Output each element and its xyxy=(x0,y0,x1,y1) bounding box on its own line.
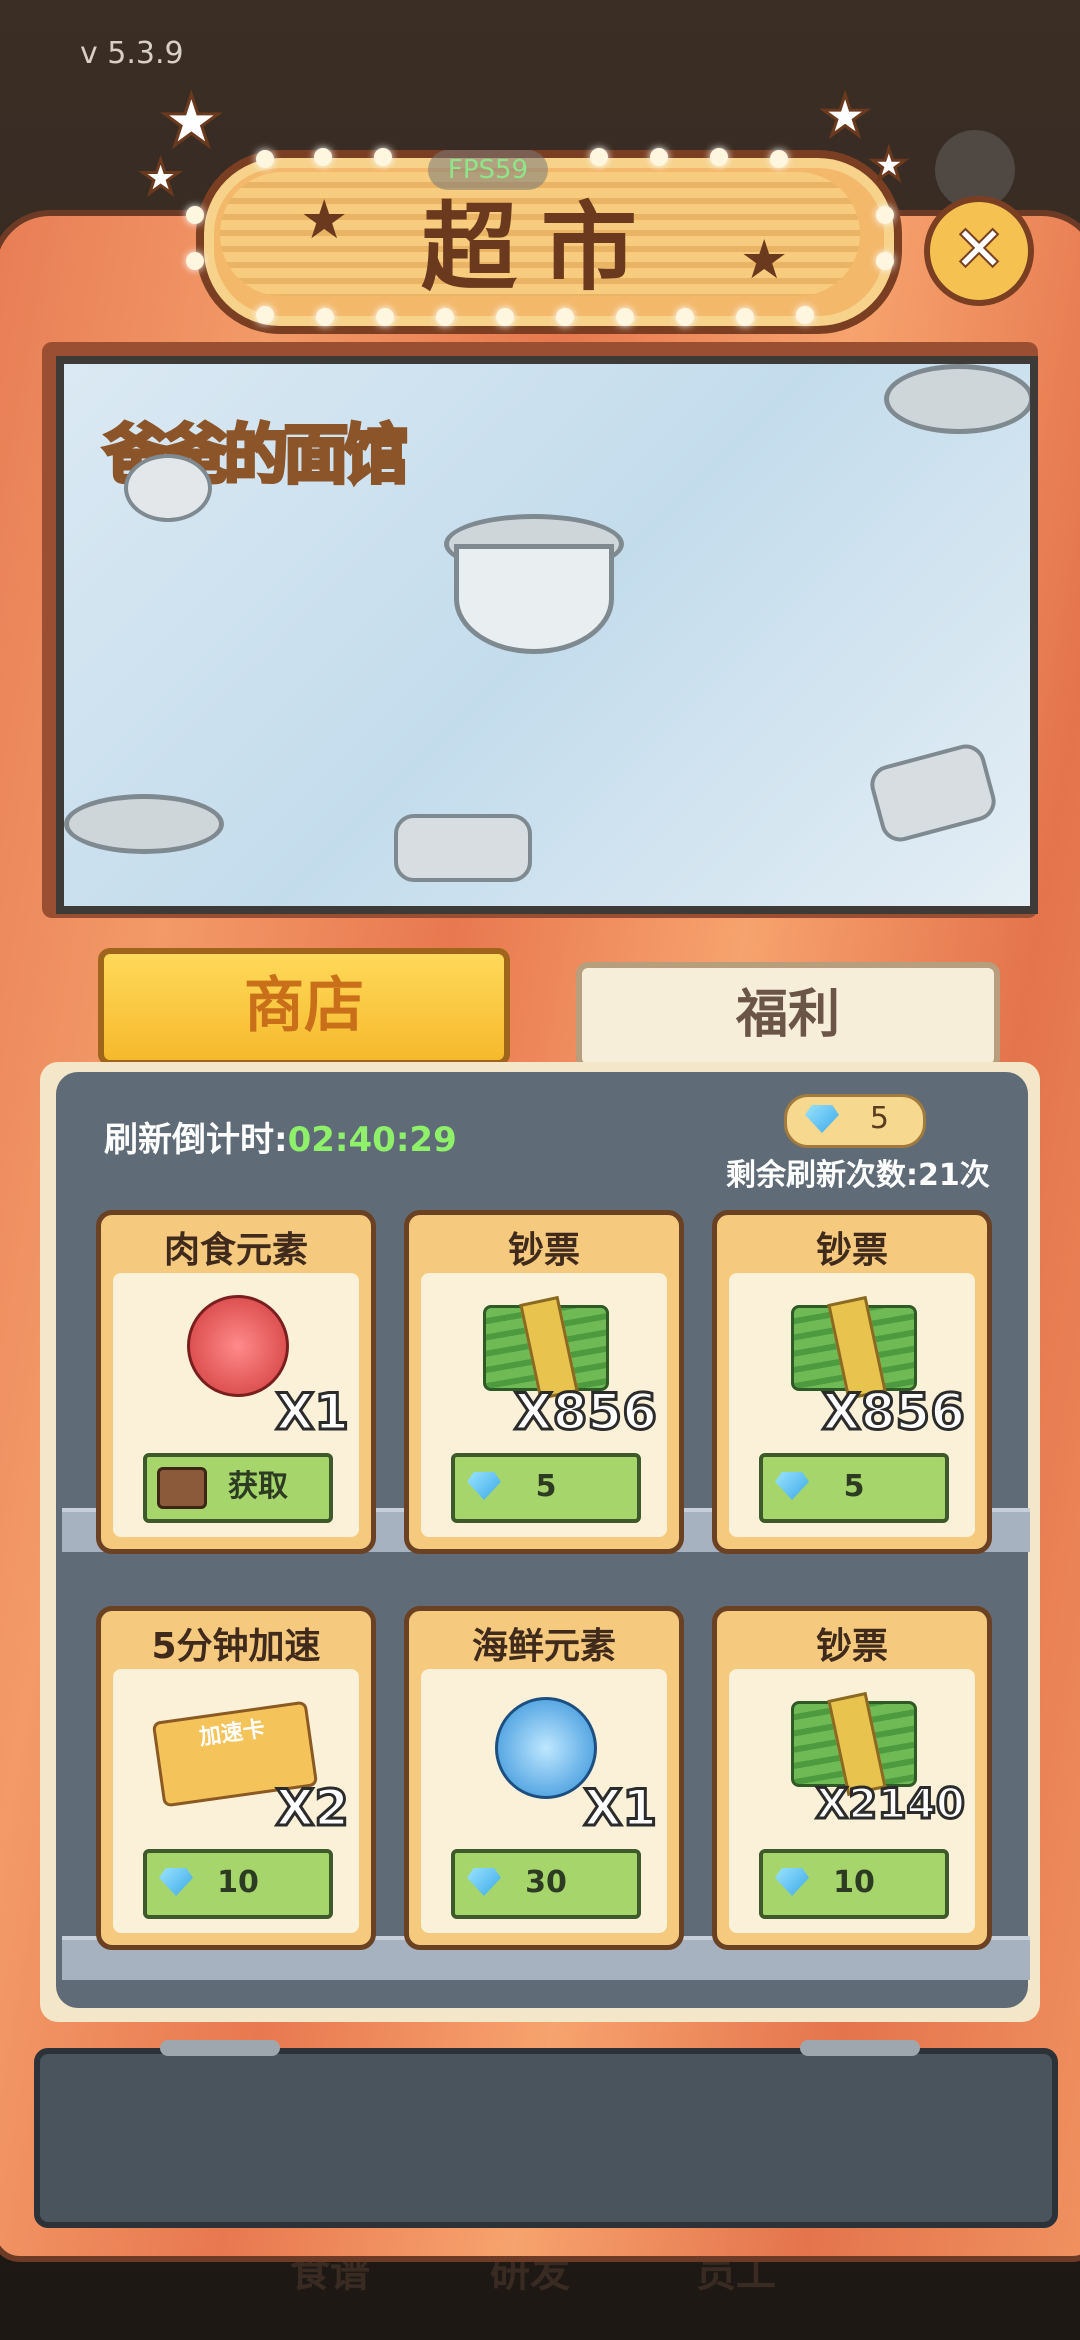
price-label: 5 xyxy=(843,1469,865,1504)
refresh-gem-button[interactable]: 5 xyxy=(784,1094,926,1148)
tray-rail xyxy=(800,2040,920,2056)
dispenser-tray xyxy=(34,2048,1058,2228)
watch-ad-button[interactable]: 获取 xyxy=(143,1453,333,1523)
refresh-timer: 02:40:29 xyxy=(287,1120,457,1160)
price-label: 10 xyxy=(217,1865,259,1900)
diamond-icon xyxy=(467,1472,501,1500)
shop-item-card[interactable]: 钞票 X856 5 xyxy=(712,1210,992,1554)
tab-welfare[interactable]: 福利 xyxy=(576,962,1000,1070)
tab-shop[interactable]: 商店 xyxy=(98,948,510,1066)
item-quantity: X2 xyxy=(274,1778,350,1839)
buy-button[interactable]: 30 xyxy=(451,1849,641,1919)
item-name: 海鲜元素 xyxy=(471,1626,616,1667)
vegetables-icon xyxy=(394,814,532,882)
buy-button[interactable]: 10 xyxy=(759,1849,949,1919)
bowl-icon xyxy=(64,794,224,854)
meat-element-icon xyxy=(187,1295,289,1397)
price-label: 5 xyxy=(535,1469,557,1504)
dumpling-icon xyxy=(124,454,212,522)
buy-button[interactable]: 5 xyxy=(759,1453,949,1523)
item-name: 5分钟加速 xyxy=(151,1626,321,1667)
ingredients-icon xyxy=(865,740,1001,846)
diamond-icon xyxy=(775,1868,809,1896)
star-icon: ★ xyxy=(818,83,871,151)
button-label: 获取 xyxy=(228,1469,288,1504)
diamond-icon xyxy=(159,1868,193,1896)
tv-icon xyxy=(157,1467,207,1509)
item-name: 钞票 xyxy=(815,1230,888,1271)
item-quantity: X2140 xyxy=(814,1778,966,1830)
remaining-refreshes: 剩余刷新次数:21次 xyxy=(726,1158,990,1193)
banner-screen: 爸爸的面馆 xyxy=(56,356,1038,914)
refresh-gem-cost: 5 xyxy=(869,1101,889,1136)
close-icon: × xyxy=(951,209,1007,285)
shop-item-card[interactable]: 钞票 X856 5 xyxy=(404,1210,684,1554)
close-button[interactable]: × xyxy=(924,196,1034,306)
refresh-label: 刷新倒计时: xyxy=(104,1120,288,1160)
buy-button[interactable]: 5 xyxy=(451,1453,641,1523)
diamond-icon xyxy=(467,1868,501,1896)
item-quantity: X856 xyxy=(513,1382,659,1443)
seafood-element-icon xyxy=(495,1697,597,1799)
tray-rail xyxy=(160,2040,280,2056)
item-quantity: X856 xyxy=(821,1382,967,1443)
star-icon: ★ xyxy=(740,228,789,291)
star-icon: ★ xyxy=(869,139,910,191)
shop-item-card[interactable]: 海鲜元素 X1 30 xyxy=(404,1606,684,1950)
bowl-icon xyxy=(884,364,1030,434)
item-quantity: X1 xyxy=(582,1778,658,1839)
shop-item-card[interactable]: 5分钟加速 加速卡 X2 10 xyxy=(96,1606,376,1950)
item-name: 肉食元素 xyxy=(163,1230,308,1271)
item-quantity: X1 xyxy=(274,1382,350,1443)
price-label: 10 xyxy=(833,1865,875,1900)
speedup-card-text: 加速卡 xyxy=(197,1716,267,1751)
price-label: 30 xyxy=(525,1865,567,1900)
buy-button[interactable]: 10 xyxy=(143,1849,333,1919)
star-icon: ★ xyxy=(138,149,182,206)
item-name: 钞票 xyxy=(815,1626,888,1667)
shop-item-card[interactable]: 钞票 X2140 10 xyxy=(712,1606,992,1950)
star-icon: ★ xyxy=(300,188,349,251)
diamond-icon xyxy=(775,1472,809,1500)
diamond-icon xyxy=(805,1105,839,1133)
version-label: v 5.3.9 xyxy=(80,36,184,71)
shop-item-card[interactable]: 肉食元素 X1 获取 xyxy=(96,1210,376,1554)
item-name: 钞票 xyxy=(507,1230,580,1271)
fps-counter: FPS59 xyxy=(428,150,548,190)
refresh-countdown: 刷新倒计时:02:40:29 xyxy=(104,1112,457,1161)
